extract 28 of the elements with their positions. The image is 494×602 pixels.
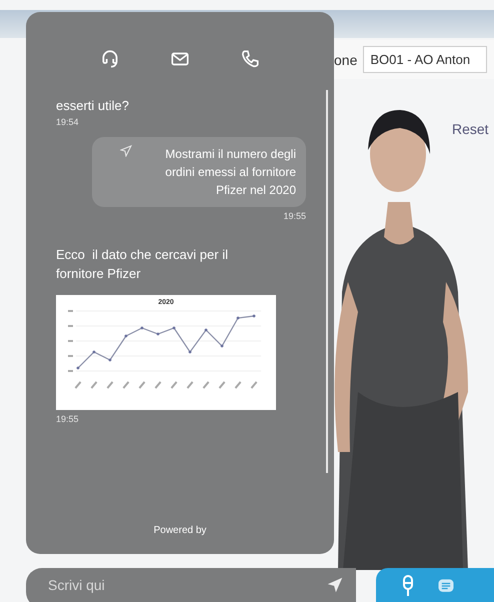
- message-time: 19:55: [56, 414, 79, 424]
- y-tick-marks: [68, 310, 73, 372]
- data-point: [108, 358, 112, 362]
- supplier-select[interactable]: BO01 - AO Anton: [363, 46, 488, 73]
- data-point: [124, 334, 128, 338]
- reset-link[interactable]: Reset: [452, 121, 489, 137]
- powered-by-text: Powered by: [154, 524, 206, 538]
- send-icon: [120, 145, 132, 157]
- data-point: [204, 328, 208, 332]
- data-point: [92, 350, 96, 354]
- data-point: [172, 326, 176, 330]
- message-time: 19:55: [283, 211, 306, 221]
- user-message: Mostrami il numero degli ordini emessi al fornitore Pfizer nel 2020: [164, 146, 296, 199]
- data-point: [236, 316, 240, 320]
- bot-message: Ecco il dato che cercavi per il fornitore Pfizer: [56, 246, 229, 283]
- message-input[interactable]: Scrivi qui: [46, 576, 326, 594]
- send-icon[interactable]: [326, 576, 344, 594]
- data-point: [156, 332, 160, 336]
- data-point: [188, 350, 192, 354]
- bot-message: esserti utile?: [56, 98, 129, 113]
- data-point: [220, 344, 224, 348]
- phone-icon[interactable]: [239, 48, 261, 70]
- data-point: [76, 366, 80, 370]
- filter-label: one: [334, 52, 358, 68]
- data-point: [140, 326, 144, 330]
- data-point: [252, 314, 256, 318]
- message-field[interactable]: Scrivi qui: [26, 568, 356, 602]
- message-time: 19:54: [56, 117, 79, 127]
